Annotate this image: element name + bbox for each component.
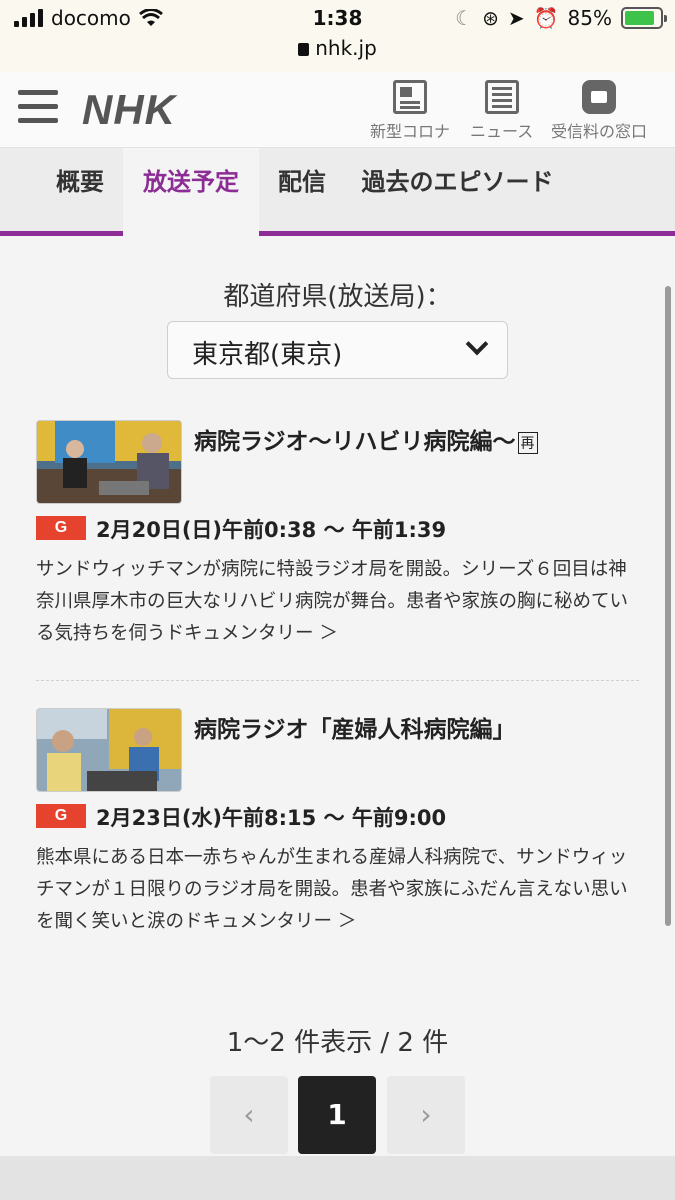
episode-item[interactable]: 病院ラジオ〜リハビリ病院編〜再 G 2月20日(日)午前0:38 〜 午前1:3… [36,420,641,660]
tab-underline [0,231,675,236]
tab-past-episodes[interactable]: 過去のエピソード [350,148,565,231]
orientation-lock-icon: ⊛ [482,6,499,30]
episode-thumbnail[interactable] [36,420,182,504]
domo-kun-icon [582,80,616,114]
result-count: 1〜2 件表示 / 2 件 [226,1028,449,1058]
corona-info-icon [393,80,427,114]
episode-airtime: 2月20日(日)午前0:38 〜 午前1:39 [96,518,447,542]
news-icon [484,80,519,114]
prefecture-select[interactable]: 東京都(東京) [167,321,508,379]
lock-icon [298,43,310,56]
header-nav-label: 新型コロナ [370,122,451,141]
episode-description[interactable]: サンドウィッチマンが病院に特設ラジオ局を開設。シリーズ６回目は神奈川県厚木市の巨… [36,554,641,650]
chevron-left-icon: ‹ [243,1098,255,1131]
menu-icon[interactable] [18,90,58,126]
battery-percent: 85% [567,6,612,30]
header-nav-fee[interactable]: 受信料の窓口 [551,80,647,142]
tab-streaming[interactable]: 配信 [262,148,342,231]
scrollbar[interactable] [665,286,671,926]
url-text: nhk.jp [315,36,377,60]
episode-title[interactable]: 病院ラジオ「産婦人科病院編」 [194,710,516,744]
site-header: NHK 新型コロナ ニュース 受信料の窓口 [0,72,675,148]
status-bar: docomo 1:38 nhk.jp ☾ ⊛ ➤ ⏰ 85% [0,0,675,72]
episode-item[interactable]: 病院ラジオ「産婦人科病院編」 G 2月23日(水)午前8:15 〜 午前9:00… [36,708,641,948]
program-tabs: 概要 放送予定 配信 過去のエピソード [0,148,675,236]
tab-schedule[interactable]: 放送予定 [123,148,259,236]
header-nav-corona[interactable]: 新型コロナ [370,80,450,142]
episode-title-text: 病院ラジオ〜リハビリ病院編〜 [194,429,516,455]
channel-badge: G [36,804,86,828]
header-nav-label: ニュース [470,122,534,141]
episode-title[interactable]: 病院ラジオ〜リハビリ病院編〜再 [194,422,538,456]
battery-fill [625,11,654,25]
status-icons: ☾ ⊛ ➤ ⏰ 85% [455,6,667,30]
browser-toolbar [0,1156,675,1200]
address-bar[interactable]: nhk.jp [0,36,675,60]
location-icon: ➤ [507,6,525,30]
episode-description[interactable]: 熊本県にある日本一赤ちゃんが生まれる産婦人科病院で、サンドウィッチマンが１日限り… [36,842,641,938]
header-nav-label: 受信料の窓口 [551,122,648,141]
prefecture-selected-value: 東京都(東京) [192,340,343,370]
prev-page-button[interactable]: ‹ [210,1076,288,1154]
episode-airtime: 2月23日(水)午前8:15 〜 午前9:00 [96,806,447,830]
rebroadcast-badge: 再 [517,431,538,454]
tab-overview[interactable]: 概要 [38,148,122,231]
header-nav-news[interactable]: ニュース [470,80,533,142]
next-page-button[interactable]: › [387,1076,465,1154]
battery-icon [621,7,667,29]
channel-badge: G [36,516,86,540]
moon-icon: ☾ [455,6,474,30]
nhk-logo[interactable]: NHK [82,86,176,134]
chevron-down-icon [465,332,489,356]
prefecture-label: 都道府県(放送局)： [223,282,452,312]
chevron-right-icon: › [420,1098,432,1131]
alarm-icon: ⏰ [533,6,559,30]
divider [36,680,639,681]
page-1-button[interactable]: 1 [298,1076,376,1154]
episode-thumbnail[interactable] [36,708,182,792]
